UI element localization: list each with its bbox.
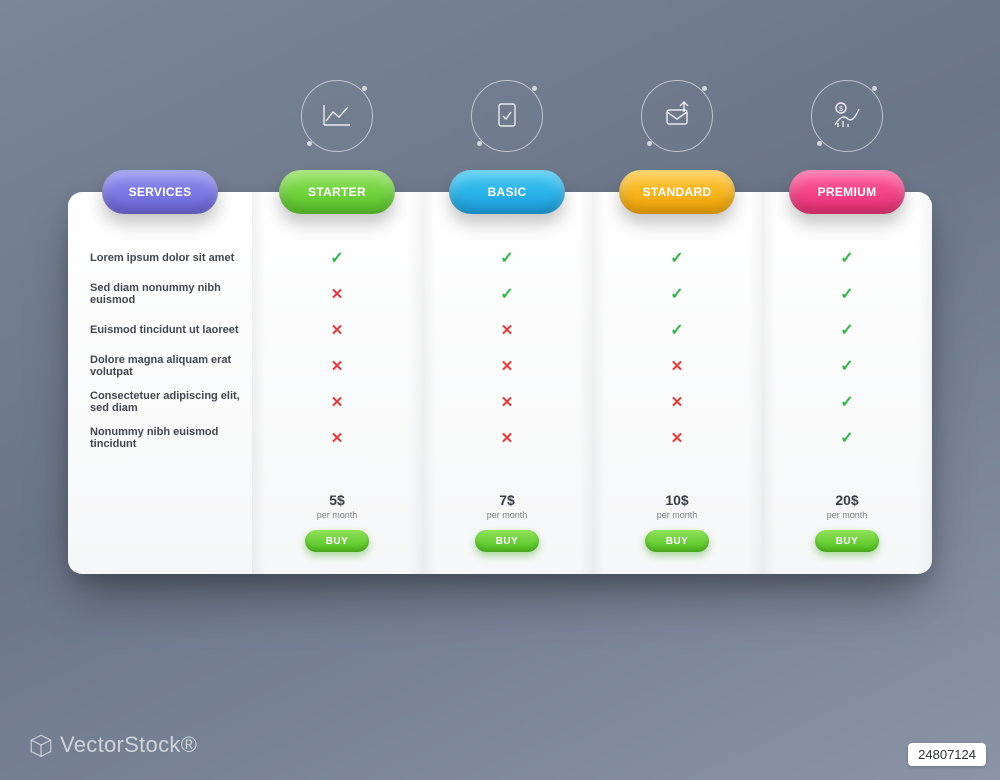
price-block: 5$ per month Buy (252, 492, 422, 552)
feature-value: ✓ (592, 276, 762, 312)
image-id-badge: 24807124 (908, 743, 986, 766)
buy-button[interactable]: Buy (815, 530, 879, 552)
check-icon: ✓ (670, 320, 683, 340)
plan-column-premium: Premium✓✓✓✓✓✓20$per monthBuy (762, 192, 932, 574)
feature-value: ✓ (762, 384, 932, 420)
plan-tab-standard[interactable]: Standard (619, 170, 735, 214)
feature-value: ✕ (252, 348, 422, 384)
plan-column-basic: Basic✓✓✕✕✕✕7$per monthBuy (422, 192, 592, 574)
buy-button[interactable]: Buy (645, 530, 709, 552)
check-icon: ✓ (330, 248, 343, 268)
feature-value: ✓ (422, 276, 592, 312)
cross-icon: ✕ (501, 393, 514, 411)
check-icon: ✓ (840, 392, 853, 412)
cross-icon: ✕ (331, 285, 344, 303)
cross-icon: ✕ (501, 429, 514, 447)
watermark-text: VectorStock® (60, 732, 197, 758)
feature-label: Sed diam nonummy nibh euismod (68, 276, 252, 312)
chart-line-icon (301, 80, 373, 152)
svg-text:$: $ (839, 106, 843, 113)
cross-icon: ✕ (331, 321, 344, 339)
feature-value: ✕ (422, 384, 592, 420)
check-icon: ✓ (840, 356, 853, 376)
pricing-table: Services Lorem ipsum dolor sit ametSed d… (68, 192, 932, 574)
services-label: Services (129, 185, 192, 199)
feature-value: ✓ (422, 240, 592, 276)
price: 5$ (252, 492, 422, 508)
cross-icon: ✕ (331, 357, 344, 375)
feature-value: ✕ (252, 384, 422, 420)
feature-value: ✕ (422, 420, 592, 456)
check-icon: ✓ (840, 284, 853, 304)
feature-value: ✕ (592, 420, 762, 456)
per-label: per month (592, 510, 762, 520)
feature-value: ✓ (762, 240, 932, 276)
plan-column-starter: Starter✓✕✕✕✕✕5$per monthBuy (252, 192, 422, 574)
document-check-icon (471, 80, 543, 152)
feature-value: ✓ (252, 240, 422, 276)
feature-label: Dolore magna aliquam erat volutpat (68, 348, 252, 384)
cross-icon: ✕ (331, 393, 344, 411)
check-icon: ✓ (840, 248, 853, 268)
feature-value: ✓ (592, 312, 762, 348)
watermark: VectorStock® (28, 732, 197, 758)
services-column: Services Lorem ipsum dolor sit ametSed d… (68, 192, 252, 574)
per-label: per month (422, 510, 592, 520)
price: 10$ (592, 492, 762, 508)
feature-label: Nonummy nibh euismod tincidunt (68, 420, 252, 456)
plan-column-standard: Standard✓✓✓✕✕✕10$per monthBuy (592, 192, 762, 574)
check-icon: ✓ (840, 428, 853, 448)
check-icon: ✓ (670, 248, 683, 268)
check-icon: ✓ (670, 284, 683, 304)
feature-value: ✓ (762, 420, 932, 456)
cross-icon: ✕ (501, 357, 514, 375)
plan-tab-starter[interactable]: Starter (279, 170, 395, 214)
per-label: per month (252, 510, 422, 520)
check-icon: ✓ (840, 320, 853, 340)
per-label: per month (762, 510, 932, 520)
feature-label: Euismod tincidunt ut laoreet (68, 312, 252, 348)
buy-button[interactable]: Buy (475, 530, 539, 552)
price-block: 20$ per month Buy (762, 492, 932, 552)
mail-send-icon (641, 80, 713, 152)
cross-icon: ✕ (331, 429, 344, 447)
buy-button[interactable]: Buy (305, 530, 369, 552)
feature-value: ✕ (592, 384, 762, 420)
cross-icon: ✕ (671, 357, 684, 375)
cross-icon: ✕ (671, 429, 684, 447)
cross-icon: ✕ (671, 393, 684, 411)
feature-label: Lorem ipsum dolor sit amet (68, 240, 252, 276)
price: 7$ (422, 492, 592, 508)
feature-value: ✕ (252, 276, 422, 312)
feature-value: ✕ (252, 420, 422, 456)
plan-tab-premium[interactable]: Premium (789, 170, 905, 214)
feature-label: Consectetuer adipiscing elit, sed diam (68, 384, 252, 420)
price: 20$ (762, 492, 932, 508)
feature-value: ✓ (762, 348, 932, 384)
check-icon: ✓ (500, 284, 513, 304)
feature-value: ✕ (592, 348, 762, 384)
feature-value: ✓ (762, 276, 932, 312)
price-block: 10$ per month Buy (592, 492, 762, 552)
cross-icon: ✕ (501, 321, 514, 339)
plan-tab-basic[interactable]: Basic (449, 170, 565, 214)
services-tab: Services (102, 170, 218, 214)
check-icon: ✓ (500, 248, 513, 268)
plan-icon-row: $ (0, 80, 1000, 152)
growth-dollar-icon: $ (811, 80, 883, 152)
feature-value: ✓ (762, 312, 932, 348)
feature-value: ✕ (422, 348, 592, 384)
feature-value: ✕ (422, 312, 592, 348)
feature-value: ✓ (592, 240, 762, 276)
feature-value: ✕ (252, 312, 422, 348)
price-block: 7$ per month Buy (422, 492, 592, 552)
